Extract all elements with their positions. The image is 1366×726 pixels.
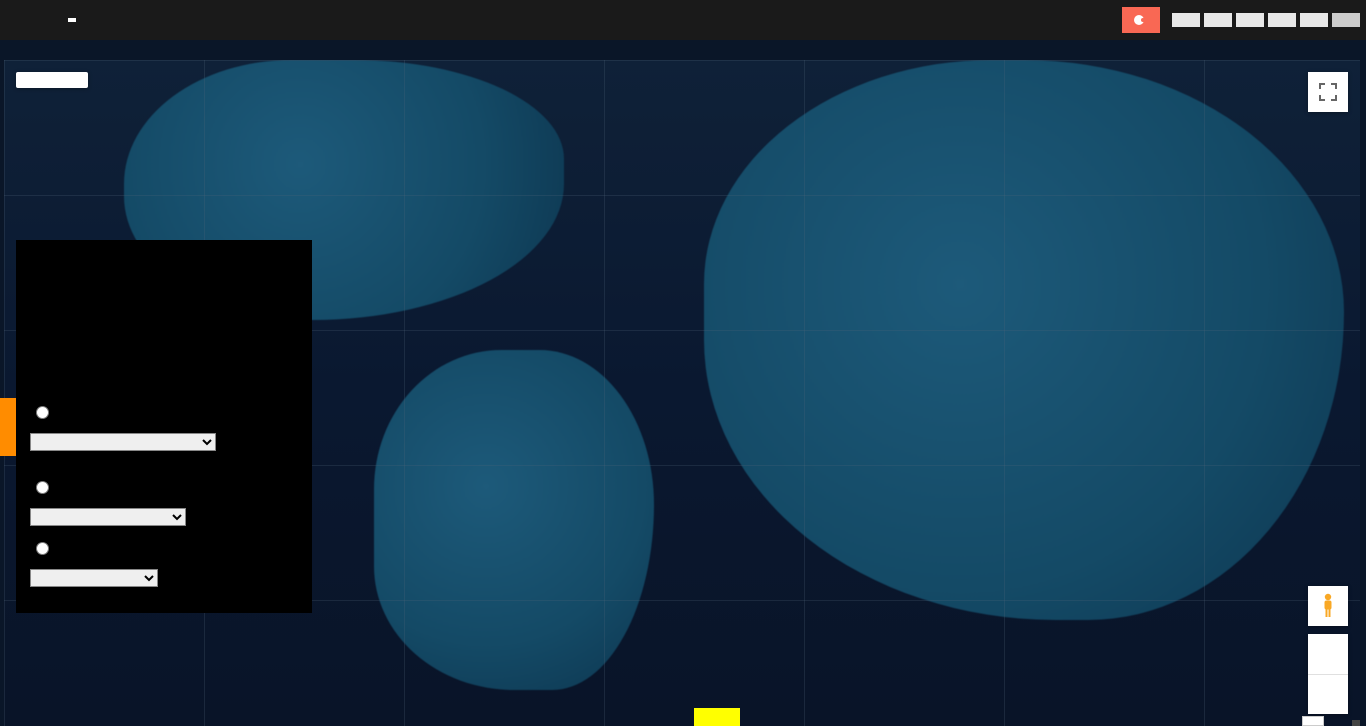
select-object[interactable]	[30, 433, 216, 451]
radio-object-row[interactable]	[30, 404, 298, 421]
radio-event-row[interactable]	[30, 479, 298, 496]
references-button[interactable]	[1268, 13, 1296, 27]
header-bar	[0, 0, 1366, 40]
contact-button[interactable]	[1236, 13, 1264, 27]
hp-support-notification[interactable]	[1302, 716, 1324, 726]
fullscreen-button[interactable]	[1308, 72, 1348, 112]
historic-world-date	[68, 18, 76, 22]
sidebar-toggle[interactable]	[0, 398, 16, 456]
zoom-in-button[interactable]	[1308, 634, 1348, 674]
login-button[interactable]	[1300, 13, 1328, 27]
tab-map[interactable]	[16, 72, 52, 88]
radio-event[interactable]	[36, 481, 49, 494]
header-nav	[1122, 7, 1360, 33]
tab-satellite[interactable]	[52, 72, 88, 88]
pegman-control[interactable]	[1308, 586, 1348, 626]
signup-button[interactable]	[1332, 13, 1360, 27]
radio-object[interactable]	[36, 406, 49, 419]
fullscreen-icon	[1319, 83, 1337, 101]
become-patron-button[interactable]	[1122, 7, 1160, 33]
select-event[interactable]	[30, 508, 186, 526]
zoom-out-button[interactable]	[1308, 674, 1348, 714]
patreon-icon	[1134, 15, 1144, 25]
tutorial-button[interactable]	[1172, 13, 1200, 27]
sidebar-panel	[16, 240, 312, 613]
zoom-controls	[1308, 634, 1348, 714]
pegman-icon	[1318, 593, 1338, 619]
map-type-tabs	[16, 72, 88, 88]
select-time[interactable]	[30, 569, 158, 587]
radio-time[interactable]	[36, 542, 49, 555]
radio-time-row[interactable]	[30, 540, 298, 557]
inicio-stub	[1352, 720, 1360, 726]
about-button[interactable]	[1204, 13, 1232, 27]
sidebar-title	[30, 262, 298, 388]
bottom-plus-button[interactable]	[694, 708, 740, 726]
date-section	[50, 18, 76, 22]
